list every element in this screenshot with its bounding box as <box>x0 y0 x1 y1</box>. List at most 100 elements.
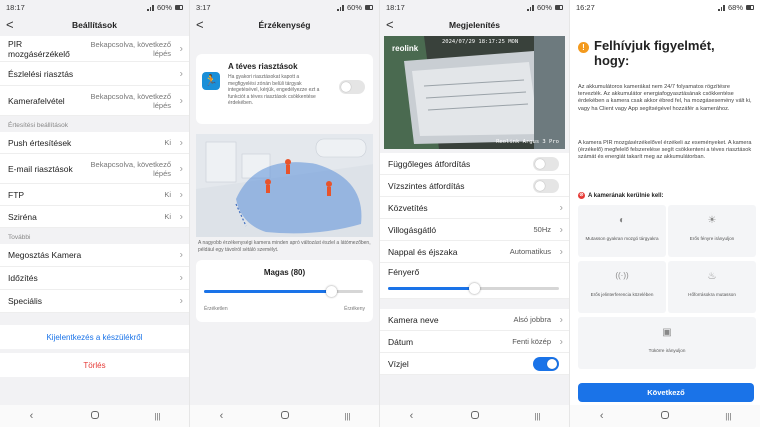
notice-title: Felhívjuk figyelmét, hogy: <box>594 38 715 68</box>
page-title: Beállítások <box>72 20 117 30</box>
row-value: Bekapcsolva, következő lépés <box>90 91 171 110</box>
system-nav-bar: ‹ ||| <box>0 405 189 427</box>
row-pir[interactable]: PIR mozgásérzékelő Bekapcsolva, következ… <box>0 36 189 62</box>
notice-panel: 16:27 68% ! Felhívjuk figyelmét, hogy: A… <box>570 0 760 427</box>
chevron-right-icon: › <box>179 95 183 106</box>
row-anti-flicker[interactable]: Villogásgátló 50Hz › <box>380 219 569 241</box>
row-value: 50Hz <box>533 225 551 234</box>
row-siren[interactable]: Sziréna Ki › <box>0 206 189 228</box>
tile-label: Mutasson gyakran mozgó tárgyakra <box>585 236 659 241</box>
warning-icon: ! <box>578 42 589 53</box>
avoid-tile-heat-source: ♨ Hőforrásokra mutasson <box>668 261 756 313</box>
row-detection-alarm[interactable]: Észlelési riasztás › <box>0 62 189 86</box>
nav-home-button[interactable] <box>460 410 490 422</box>
chevron-right-icon: › <box>179 43 183 54</box>
nav-recents-button[interactable]: ||| <box>143 412 173 421</box>
watermark-toggle[interactable] <box>533 357 559 371</box>
row-label: Nappal és éjszaka <box>388 246 458 257</box>
nav-recents-button[interactable]: ||| <box>713 412 743 421</box>
row-camera-recording[interactable]: Kamerafelvétel Bekapcsolva, következő lé… <box>0 86 189 116</box>
battery-percent: 60% <box>156 2 172 12</box>
row-label: Push értesítések <box>8 137 72 148</box>
section-title-notifications: Értesítési beállítások <box>8 122 68 129</box>
wifi-interference-icon: ((·)) <box>615 271 629 280</box>
row-horizontal-flip[interactable]: Vízszintes átfordítás <box>380 175 569 197</box>
system-nav-bar: ‹ ||| <box>380 405 569 427</box>
row-schedule[interactable]: Időzítés › <box>0 267 189 290</box>
tile-label: Erős jelinterferencia közelében <box>590 292 654 297</box>
slider-knob[interactable] <box>468 283 480 294</box>
row-label: FTP <box>8 189 25 200</box>
battery-percent: 60% <box>346 2 362 12</box>
back-button[interactable]: < <box>196 17 204 33</box>
row-label: E-mail riasztások <box>8 163 73 174</box>
false-alarm-toggle[interactable] <box>339 80 365 94</box>
delete-button[interactable]: Törlés <box>0 353 189 377</box>
row-advanced[interactable]: Speciális › <box>0 290 189 313</box>
chevron-right-icon: › <box>559 246 563 257</box>
row-email[interactable]: E-mail riasztások Bekapcsolva, következő… <box>0 154 189 184</box>
avoid-heading: ⊘ A kamerának kerülnie kell: <box>578 192 663 199</box>
osd-camera-name: Reolink Argus 3 Pro <box>496 139 559 145</box>
mirror-icon: ▣ <box>662 327 672 338</box>
chevron-right-icon: › <box>179 249 183 261</box>
settings-group-main: PIR mozgásérzékelő Bekapcsolva, következ… <box>0 36 189 116</box>
battery-icon <box>555 4 563 10</box>
row-brightness: Fényerő <box>380 263 569 299</box>
row-day-night[interactable]: Nappal és éjszaka Automatikus › <box>380 241 569 263</box>
nav-back-button[interactable]: ‹ <box>587 410 617 422</box>
scene-caption: A nagyobb érzékenységi kamera minden apr… <box>198 240 371 253</box>
avoid-tile-strong-light: ☀ Erős fényre irányuljon <box>668 205 756 257</box>
osd-timestamp: 2024/07/29 18:17:25 MON <box>442 39 519 45</box>
row-stream[interactable]: Közvetítés › <box>380 197 569 219</box>
row-vertical-flip[interactable]: Függőleges átfordítás <box>380 153 569 175</box>
nav-recents-button[interactable]: ||| <box>523 412 553 421</box>
row-label: PIR mozgásérzékelő <box>8 38 70 59</box>
chevron-right-icon: › <box>559 202 563 213</box>
false-alarm-card: 🏃 A téves riasztások Ha gyakori riasztás… <box>196 54 373 124</box>
row-camera-name[interactable]: Kamera neve Alsó jobbra › <box>380 309 569 331</box>
row-label: Kamerafelvétel <box>8 95 65 106</box>
chevron-right-icon: › <box>179 272 183 284</box>
status-bar: 18:17 60% <box>0 0 189 14</box>
row-label: Sziréna <box>8 211 37 222</box>
settings-group-more: Megosztás Kamera › Időzítés › Speciális … <box>0 244 189 313</box>
row-ftp[interactable]: FTP Ki › <box>0 184 189 206</box>
battery-icon <box>365 4 373 10</box>
slider-knob[interactable] <box>326 286 338 297</box>
nav-back-button[interactable]: ‹ <box>397 410 427 422</box>
notice-paragraph-1: Az akkumulátoros kamerákat nem 24/7 foly… <box>578 84 752 112</box>
row-value: Bekapcsolva, következő lépés <box>90 39 171 58</box>
row-label: Kamera neve <box>388 314 439 325</box>
page-header: < Megjelenítés <box>380 14 569 36</box>
row-label: Megosztás Kamera <box>8 250 82 260</box>
nav-home-button[interactable] <box>650 410 680 422</box>
horizontal-flip-toggle[interactable] <box>533 179 559 193</box>
row-share-camera[interactable]: Megosztás Kamera › <box>0 244 189 267</box>
row-label: Észlelési riasztás <box>8 68 74 79</box>
logout-button[interactable]: Kijelentkezés a készülékről <box>0 325 189 349</box>
row-push[interactable]: Push értesítések Ki › <box>0 132 189 154</box>
camera-preview: reolink 2024/07/29 18:17:25 MON Reolink … <box>384 36 565 149</box>
nav-home-button[interactable] <box>80 410 110 422</box>
nav-recents-button[interactable]: ||| <box>333 412 363 421</box>
slider-fill <box>204 290 332 293</box>
next-button[interactable]: Következő <box>578 383 754 402</box>
vertical-flip-toggle[interactable] <box>533 157 559 171</box>
row-watermark[interactable]: Vízjel <box>380 353 569 375</box>
avoid-tile-mirror: ▣ Tükörre irányuljon <box>578 317 756 369</box>
page-title: Érzékenység <box>258 20 311 30</box>
signal-icon <box>337 4 344 11</box>
nav-back-button[interactable]: ‹ <box>207 410 237 422</box>
brightness-slider[interactable] <box>388 283 559 294</box>
sensitivity-slider[interactable] <box>204 286 363 297</box>
back-button[interactable]: < <box>6 17 14 33</box>
nav-home-button[interactable] <box>270 410 300 422</box>
nav-back-button[interactable]: ‹ <box>17 410 47 422</box>
row-date[interactable]: Dátum Fenti közép › <box>380 331 569 353</box>
row-label: Fényerő <box>388 267 420 277</box>
page-header: < Beállítások <box>0 14 189 36</box>
sensitivity-value-label: Magas (80) <box>263 268 306 277</box>
back-button[interactable]: < <box>386 17 394 33</box>
false-alarm-title: A téves riasztások <box>228 62 298 71</box>
